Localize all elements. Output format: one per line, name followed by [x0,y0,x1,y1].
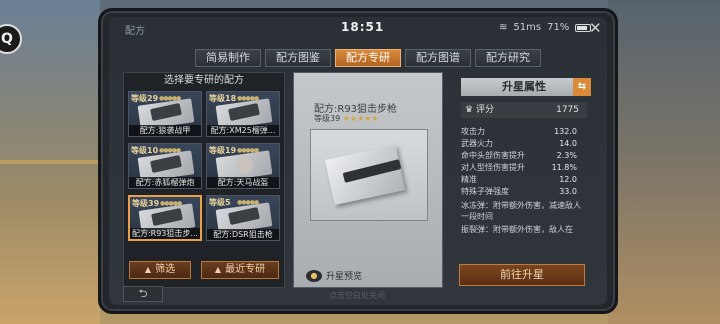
stat-list: 攻击力 132.0 武器火力 14.0 命中头部伤害提升 2.3% 对人型怪伤害提升 1… [461,126,587,235]
tab-recipe-study[interactable]: 配方研究 [475,49,541,67]
upgrade-attributes-header: 升星属性 ⇆ [461,78,591,96]
freeze-bullet-description: 冰冻弹：附带额外伤害，减速敌人一段时间 [461,201,581,221]
triangle-icon: ▲ [144,265,152,274]
recipe-list-panel: 选择要专研的配方 等级29 ●●●●● 配方:狼袭战甲 等级18 ●●●●● 配… [123,72,285,288]
star-dots-icon: ●●●●● [237,95,259,102]
score-value: 1775 [556,105,579,115]
recent-research-label: 最近专研 [225,264,266,275]
filter-label: 筛选 [155,264,176,275]
recipe-card[interactable]: 等级5 ●●●●● 配方:DSR狙击枪 [206,195,280,241]
status-bar: 配方 18:51 ≋ 51ms 71% ✕ [109,17,607,39]
recipe-level: 等级18 [209,94,237,103]
stat-value: 12.0 [559,175,577,184]
detail-level-text: 等级39 [314,114,341,123]
recipe-image-frame [310,129,428,221]
status-indicators: ≋ 51ms 71% [499,22,592,33]
recipe-detail-level: 等级39 ★★★★★ [314,113,379,124]
swap-icon[interactable]: ⇆ [573,78,591,96]
stat-row: 武器火力 14.0 [461,138,587,150]
star-dots-icon: ●●●●● [159,147,181,154]
back-icon[interactable]: ⮌ [123,286,163,302]
recipe-card-selected[interactable]: 等级39 ●●●●● 配方:R93狙击步... [128,195,202,241]
stat-row: 特殊子弹强度 33.0 [461,186,587,198]
recent-research-button[interactable]: ▲ 最近专研 [201,261,279,279]
tablet-device: 配方 18:51 ≋ 51ms 71% ✕ 简易制作 配方图鉴 配方专研 配方图… [98,8,618,314]
battery-percent: 71% [547,22,570,33]
recipe-name: 配方:赤狐榴弹炮 [129,177,201,188]
stat-value: 11.8% [551,163,577,172]
recipe-name: 配方:XM25榴弹... [207,125,279,136]
trophy-icon: ♛ [465,105,474,115]
recipe-level: 等级10 [131,146,159,155]
tab-bar: 简易制作 配方图鉴 配方专研 配方图谱 配方研究 [195,49,541,67]
filter-button[interactable]: ▲ 筛选 [129,261,191,279]
stat-row: 对人型怪伤害提升 11.8% [461,162,587,174]
eye-icon: ● [306,269,322,282]
stat-label: 攻击力 [461,127,485,136]
recipe-detail-panel: 配方:R93狙击步枪 等级39 ★★★★★ ● 升星预览 [293,72,443,288]
background-stripe [0,160,100,164]
tab-recipe-chart[interactable]: 配方图谱 [405,49,471,67]
bottom-bar: ⮌ 点击空白处关闭 [109,285,607,305]
recipe-card[interactable]: 等级29 ●●●●● 配方:狼袭战甲 [128,91,202,137]
stat-label: 精准 [461,175,477,184]
recipe-name: 配方:天马战盔 [207,177,279,188]
recipe-level: 等级19 [209,146,237,155]
stat-row: 攻击力 132.0 [461,126,587,138]
recipe-level: 等级39 [132,199,160,208]
star-dots-icon: ●●●●● [159,95,181,102]
tab-recipe-research[interactable]: 配方专研 [335,49,401,67]
triangle-icon: ▲ [214,265,222,274]
stat-label: 特殊子弹强度 [461,187,509,196]
app-name: 配方 [125,26,145,37]
network-latency: 51ms [513,22,542,33]
shatter-bullet-description: 振裂弹：附带额外伤害，敌人在 [461,225,573,234]
upgrade-preview-button[interactable]: ● 升星预览 [306,269,362,282]
stat-value: 132.0 [554,127,577,136]
star-dots-icon: ●●●●● [237,199,259,206]
score-row: ♛ 评分 1775 [461,102,587,118]
close-icon[interactable]: ✕ [589,19,602,37]
recipe-list-title: 选择要专研的配方 [164,75,244,86]
go-upgrade-button[interactable]: 前往升星 [459,264,585,286]
wifi-icon: ≋ [499,22,508,33]
score-label-text: 评分 [475,105,494,115]
recipe-name: 配方:DSR狙击枪 [207,229,279,240]
recipe-card[interactable]: 等级18 ●●●●● 配方:XM25榴弹... [206,91,280,137]
recipe-card[interactable]: 等级19 ●●●●● 配方:天马战盔 [206,143,280,189]
stat-value: 2.3% [556,151,577,160]
stat-row: 命中头部伤害提升 2.3% [461,150,587,162]
recipe-card[interactable]: 等级10 ●●●●● 配方:赤狐榴弹炮 [128,143,202,189]
stat-row: 精准 12.0 [461,174,587,186]
stat-value: 33.0 [559,187,577,196]
stat-value: 14.0 [559,139,577,148]
star-dots-icon: ●●●●● [160,200,182,207]
stat-label: 对人型怪伤害提升 [461,163,525,172]
close-hint: 点击空白处关闭 [329,291,385,300]
score-label: ♛ 评分 [465,102,494,118]
recipe-level: 等级29 [131,94,159,103]
tablet-screen: 配方 18:51 ≋ 51ms 71% ✕ 简易制作 配方图鉴 配方专研 配方图… [109,17,607,305]
upgrade-attributes-title: 升星属性 [502,80,546,93]
star-dots-icon: ●●●●● [237,147,259,154]
recipe-name: 配方:狼袭战甲 [129,125,201,136]
tab-simple-craft[interactable]: 简易制作 [195,49,261,67]
clock-time: 18:51 [341,20,385,34]
recipe-grid: 等级29 ●●●●● 配方:狼袭战甲 等级18 ●●●●● 配方:XM25榴弹.… [128,91,282,241]
upgrade-attributes-panel: 升星属性 ⇆ ♛ 评分 1775 攻击力 132.0 武器火力 14.0 命中头部伤… [451,72,601,288]
stat-label: 武器火力 [461,139,493,148]
background-right [608,0,720,324]
star-rating-icon: ★★★★★ [342,114,379,123]
recipe-level: 等级5 [209,198,231,207]
upgrade-preview-label: 升星预览 [326,272,363,282]
stat-label: 命中头部伤害提升 [461,151,525,160]
recipe-name: 配方:R93狙击步... [130,228,200,239]
tab-recipe-codex[interactable]: 配方图鉴 [265,49,331,67]
